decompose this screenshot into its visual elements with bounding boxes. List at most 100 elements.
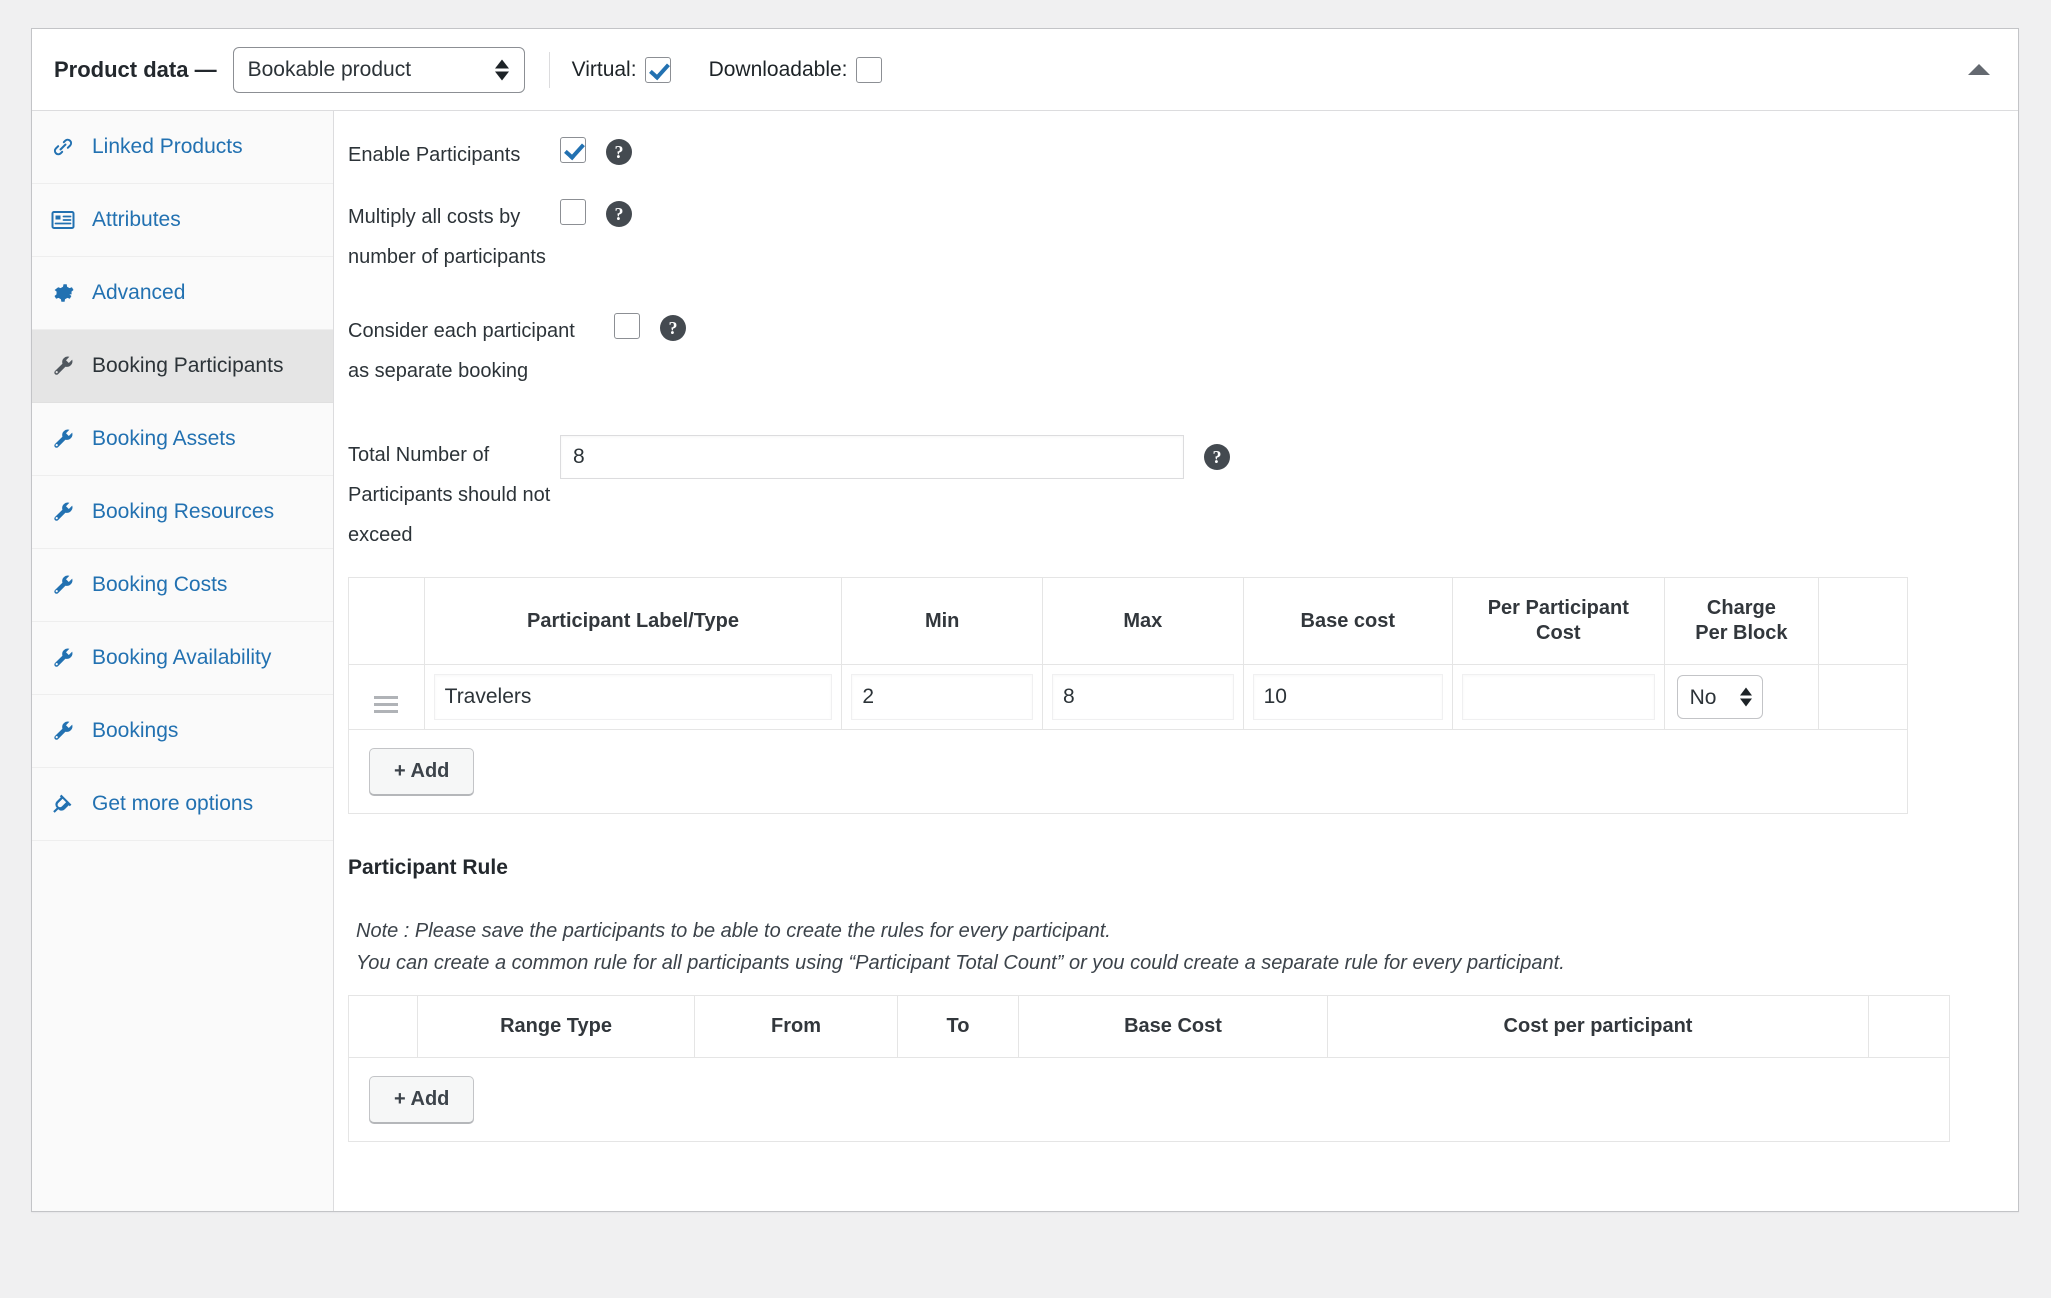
charge-per-block-line2: Per Block (1695, 622, 1788, 644)
virtual-checkbox[interactable] (644, 56, 671, 83)
wrench-icon (48, 646, 78, 670)
participant-per-participant-cost-input[interactable] (1461, 674, 1655, 720)
help-icon[interactable]: ? (606, 139, 632, 165)
cell-min (841, 664, 1043, 730)
caret-up-icon[interactable] (1966, 57, 1992, 83)
sidebar-item-linked-products[interactable]: Linked Products (32, 111, 333, 184)
participant-rule-note-line1: Note : Please save the participants to b… (356, 920, 1111, 942)
column-header-base-cost: Base Cost (1018, 995, 1328, 1059)
multiply-costs-label-line2: number of participants (348, 246, 546, 268)
separate-booking-label: Consider each participant as separate bo… (348, 311, 614, 391)
plugin-icon (48, 792, 78, 816)
column-header-to: To (897, 995, 1019, 1059)
charge-per-block-select[interactable]: No (1676, 675, 1763, 719)
cell-row-actions (1818, 664, 1908, 730)
sidebar-item-attributes[interactable]: Attributes (32, 184, 333, 257)
column-header-from: From (694, 995, 898, 1059)
help-icon[interactable]: ? (606, 201, 632, 227)
sidebar-item-label: Linked Products (92, 135, 243, 158)
sidebar-item-label: Booking Costs (92, 573, 228, 596)
sidebar-item-booking-availability[interactable]: Booking Availability (32, 622, 333, 695)
participants-table-head: Participant Label/Type Min Max Base cost… (348, 577, 1908, 665)
product-data-tabs: Linked Products Attributes Advanced Book… (32, 111, 334, 1211)
product-data-body: Linked Products Attributes Advanced Book… (32, 111, 2018, 1211)
table-footer-row: + Add (348, 729, 1908, 814)
sidebar-item-label: Booking Participants (92, 354, 284, 377)
downloadable-field: Downloadable: (709, 56, 882, 83)
product-data-header: Product data — Bookable product Virtual:… (32, 29, 2018, 111)
multiply-costs-control: ? (560, 197, 632, 227)
cell-base-cost (1242, 664, 1453, 730)
participant-max-input[interactable] (1051, 674, 1234, 720)
column-header-base-cost: Base cost (1242, 577, 1453, 665)
participant-rule-note: Note : Please save the participants to b… (348, 916, 1990, 979)
cell-charge-per-block: No (1663, 664, 1820, 730)
participant-label-input[interactable] (433, 674, 833, 720)
total-participants-label-line1: Total Number of (348, 444, 490, 466)
sidebar-item-get-more-options[interactable]: Get more options (32, 768, 333, 841)
multiply-costs-label: Multiply all costs by number of particip… (348, 197, 560, 277)
separate-booking-label-line2: as separate booking (348, 360, 529, 382)
cell-participant-label (423, 664, 843, 730)
row-drag-cell[interactable] (348, 664, 425, 730)
column-header-actions (1868, 995, 1950, 1059)
column-header-handle (348, 577, 425, 665)
virtual-field: Virtual: (571, 56, 671, 83)
participant-rule-table: Range Type From To Base Cost Cost per pa… (348, 995, 1950, 1143)
separate-booking-row: Consider each participant as separate bo… (348, 311, 1990, 391)
multiply-costs-row: Multiply all costs by number of particip… (348, 197, 1990, 277)
sidebar-item-label: Booking Assets (92, 427, 236, 450)
participant-rule-table-foot: + Add (348, 1057, 1950, 1143)
enable-participants-row: Enable Participants ? (348, 135, 1990, 175)
downloadable-checkbox[interactable] (855, 56, 882, 83)
sidebar-item-label: Get more options (92, 792, 254, 815)
per-participant-cost-line1: Per Participant (1487, 597, 1629, 619)
sidebar-item-advanced[interactable]: Advanced (32, 257, 333, 330)
separate-booking-checkbox[interactable] (614, 313, 640, 339)
sidebar-item-booking-participants[interactable]: Booking Participants (32, 330, 333, 403)
table-row: No (348, 664, 1908, 730)
enable-participants-checkbox[interactable] (560, 137, 586, 163)
booking-participants-panel: Enable Participants ? Multiply all costs… (334, 111, 2018, 1211)
column-header-participant-label: Participant Label/Type (423, 577, 843, 665)
enable-participants-label: Enable Participants (348, 144, 521, 166)
product-type-select[interactable]: Bookable product (232, 46, 525, 93)
help-icon[interactable]: ? (660, 315, 686, 341)
help-icon[interactable]: ? (1204, 444, 1230, 470)
sidebar-item-bookings[interactable]: Bookings (32, 695, 333, 768)
column-header-handle (348, 995, 418, 1059)
wrench-icon (48, 354, 78, 378)
sidebar-item-label: Booking Resources (92, 500, 275, 523)
column-header-range-type: Range Type (417, 995, 695, 1059)
column-header-min: Min (841, 577, 1043, 665)
wrench-icon (48, 573, 78, 597)
add-participant-rule-button[interactable]: + Add (369, 1076, 475, 1124)
add-participant-button[interactable]: + Add (369, 748, 475, 795)
attributes-icon (48, 209, 78, 231)
participants-table-foot: + Add (348, 729, 1908, 814)
column-header-per-participant-cost: Per Participant Cost (1451, 577, 1665, 665)
participant-base-cost-input[interactable] (1252, 674, 1443, 720)
total-participants-input[interactable] (560, 435, 1184, 479)
wrench-icon (48, 427, 78, 451)
charge-per-block-select-wrapper: No (1676, 675, 1763, 719)
table-header-row: Participant Label/Type Min Max Base cost… (348, 577, 1908, 665)
per-participant-cost-line2: Cost (1536, 622, 1581, 644)
participant-rule-title: Participant Rule (348, 856, 508, 879)
separate-booking-control: ? (614, 311, 686, 341)
multiply-costs-checkbox[interactable] (560, 199, 586, 225)
participant-rule-table-head: Range Type From To Base Cost Cost per pa… (348, 995, 1950, 1059)
sidebar-item-booking-costs[interactable]: Booking Costs (32, 549, 333, 622)
drag-handle-icon[interactable] (374, 695, 399, 713)
column-header-actions (1818, 577, 1908, 665)
sidebar-item-booking-resources[interactable]: Booking Resources (32, 476, 333, 549)
product-data-panel: Product data — Bookable product Virtual:… (31, 28, 2019, 1212)
virtual-label: Virtual: (571, 57, 637, 81)
sidebar-item-booking-assets[interactable]: Booking Assets (32, 403, 333, 476)
participant-min-input[interactable] (851, 674, 1033, 720)
wrench-icon (48, 500, 78, 524)
participant-rule-note-line2: You can create a common rule for all par… (356, 951, 1565, 974)
gear-icon (48, 281, 78, 305)
total-participants-label-line2: Participants should not (348, 484, 551, 506)
sidebar-item-label: Attributes (92, 208, 181, 231)
